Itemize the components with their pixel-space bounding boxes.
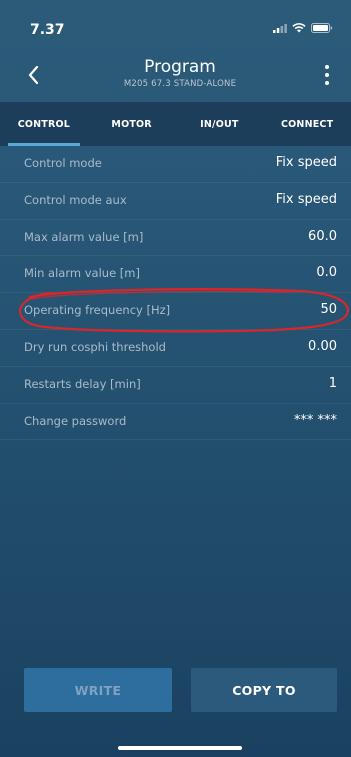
tab-control[interactable]: CONTROL xyxy=(0,102,88,146)
setting-label: Min alarm value [m] xyxy=(24,266,140,281)
device-subtitle: M205 67.3 STAND-ALONE xyxy=(123,79,237,89)
setting-value: Fix speed xyxy=(275,155,337,170)
header-title-group: Program M205 67.3 STAND-ALONE xyxy=(60,56,300,90)
setting-row-control-mode[interactable]: Control mode Fix speed xyxy=(0,146,351,183)
tab-bar: CONTROL MOTOR IN/OUT CONNECT xyxy=(0,102,351,146)
setting-label: Control mode aux xyxy=(24,192,127,207)
back-button[interactable] xyxy=(22,62,44,88)
setting-value: 60.0 xyxy=(308,228,337,244)
tab-in-out[interactable]: IN/OUT xyxy=(176,102,264,146)
tab-connect[interactable]: CONNECT xyxy=(263,102,351,146)
setting-row-max-alarm[interactable]: Max alarm value [m] 60.0 xyxy=(0,220,351,257)
setting-row-restarts-delay[interactable]: Restarts delay [min] 1 xyxy=(0,367,351,404)
home-indicator[interactable] xyxy=(118,746,242,750)
kebab-dot-icon xyxy=(325,73,329,77)
write-button[interactable]: WRITE xyxy=(24,668,172,712)
more-menu-button[interactable] xyxy=(321,62,333,88)
setting-value: *** *** xyxy=(293,412,337,428)
signal-icon xyxy=(273,23,287,33)
chevron-left-icon xyxy=(28,65,39,85)
setting-row-min-alarm[interactable]: Min alarm value [m] 0.0 xyxy=(0,256,351,294)
setting-value: 0.00 xyxy=(308,338,337,354)
setting-label: Control mode xyxy=(24,156,102,170)
setting-row-control-mode-aux[interactable]: Control mode aux Fix speed xyxy=(0,183,351,220)
setting-label: Restarts delay [min] xyxy=(24,376,141,391)
copy-to-button[interactable]: COPY TO xyxy=(191,668,337,712)
status-icons xyxy=(273,23,333,33)
app-header: Program M205 67.3 STAND-ALONE xyxy=(0,52,351,102)
wifi-icon xyxy=(292,23,306,33)
battery-icon xyxy=(311,23,333,33)
setting-value: Fix speed xyxy=(275,191,337,207)
settings-list: Control mode Fix speed Control mode aux … xyxy=(0,146,351,441)
setting-row-dry-run[interactable]: Dry run cosphi threshold 0.00 xyxy=(0,330,351,367)
setting-value: 50 xyxy=(320,302,337,318)
kebab-dot-icon xyxy=(325,65,329,69)
phone-screen: 7.37 Program M205 67.3 STAND-ALONE CONTR… xyxy=(0,0,351,757)
kebab-dot-icon xyxy=(325,81,329,85)
setting-row-change-password[interactable]: Change password *** *** xyxy=(0,404,351,441)
setting-label: Operating frequency [Hz] xyxy=(24,303,171,318)
tab-motor[interactable]: MOTOR xyxy=(88,102,176,146)
status-time: 7.37 xyxy=(30,22,65,38)
setting-label: Dry run cosphi threshold xyxy=(24,339,166,354)
page-title: Program xyxy=(144,57,216,77)
setting-label: Change password xyxy=(24,413,127,428)
status-bar: 7.37 xyxy=(0,0,351,52)
setting-row-operating-frequency[interactable]: Operating frequency [Hz] 50 xyxy=(0,293,351,330)
setting-value: 1 xyxy=(328,375,337,391)
setting-label: Max alarm value [m] xyxy=(24,229,144,244)
setting-value: 0.0 xyxy=(316,265,337,281)
